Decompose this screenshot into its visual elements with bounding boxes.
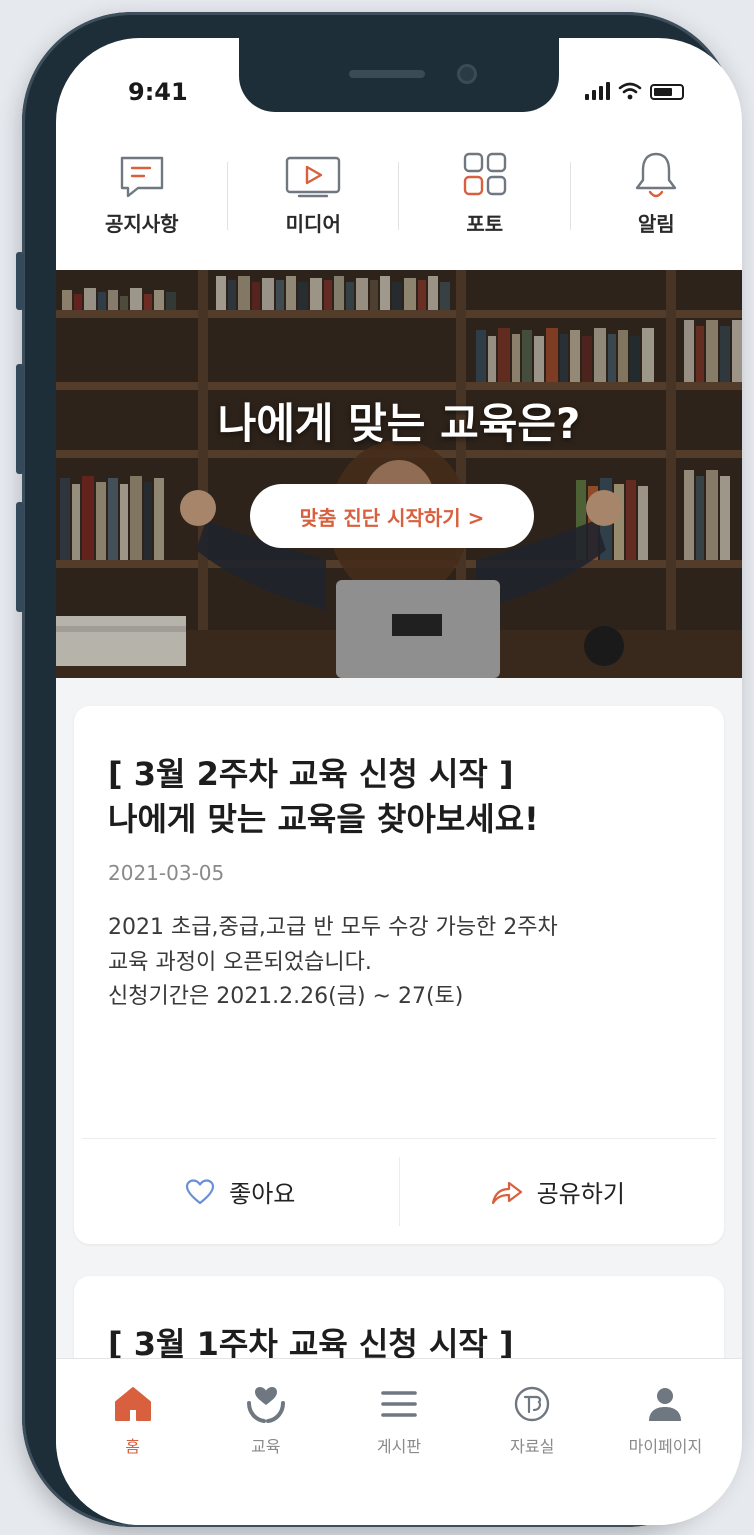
post-headline-line1: [ 3월 1주차 교육 신청 시작 ] bbox=[108, 1325, 514, 1358]
tab-mypage-label: 마이페이지 bbox=[628, 1437, 703, 1456]
phone-screen: 9:41 공지사항 미디어 포토 알림 나에게 맞는 교육은? 맞춤 진단 시작… bbox=[56, 38, 742, 1525]
post-headline-line2: 나에게 맞는 교육을 찾아보세요! bbox=[108, 800, 539, 839]
share-button[interactable]: 공유하기 bbox=[400, 1139, 717, 1244]
volume-up-button bbox=[16, 364, 24, 474]
post-body: 2021 초급,중급,고급 반 모두 수강 가능한 2주차 교육 과정이 오픈되… bbox=[74, 885, 724, 1015]
quick-menu-notice-label: 공지사항 bbox=[104, 212, 179, 236]
share-icon bbox=[491, 1181, 522, 1204]
tab-board-label: 게시판 bbox=[376, 1437, 422, 1456]
front-camera bbox=[457, 64, 477, 84]
archive-icon bbox=[515, 1386, 550, 1422]
share-label: 공유하기 bbox=[536, 1180, 625, 1208]
home-icon bbox=[114, 1387, 151, 1421]
phone-frame: 9:41 공지사항 미디어 포토 알림 나에게 맞는 교육은? 맞춤 진단 시작… bbox=[16, 12, 742, 1527]
quick-menu-alarm-label: 알림 bbox=[637, 212, 675, 236]
hero-banner: 나에게 맞는 교육은? 맞춤 진단 시작하기 > bbox=[56, 270, 742, 678]
notch bbox=[239, 38, 559, 112]
post-feed: [ 3월 2주차 교육 신청 시작 ] 나에게 맞는 교육을 찾아보세요! 20… bbox=[56, 678, 742, 1358]
tab-archive[interactable]: 자료실 bbox=[466, 1359, 599, 1525]
menu-lines-icon bbox=[381, 1391, 417, 1417]
mute-switch bbox=[16, 252, 24, 310]
post-card[interactable]: [ 3월 2주차 교육 신청 시작 ] 나에게 맞는 교육을 찾아보세요! 20… bbox=[74, 706, 724, 1244]
bottom-tab-bar: 홈 교육 게시판 자료실 마이페이지 bbox=[56, 1358, 742, 1525]
post-date: 2021-03-05 bbox=[108, 860, 225, 885]
banner-title: 나에게 맞는 교육은? bbox=[217, 399, 581, 448]
start-diagnosis-button[interactable]: 맞춤 진단 시작하기 > bbox=[250, 484, 534, 548]
post-card[interactable]: [ 3월 1주차 교육 신청 시작 ] bbox=[74, 1276, 724, 1358]
post-body-line1: 2021 초급,중급,고급 반 모두 수강 가능한 2주차 bbox=[108, 914, 558, 940]
quick-menu-notice[interactable]: 공지사항 bbox=[56, 146, 228, 268]
tab-home[interactable]: 홈 bbox=[66, 1359, 199, 1525]
tab-board[interactable]: 게시판 bbox=[332, 1359, 465, 1525]
quick-menu-photo-label: 포토 bbox=[466, 212, 504, 236]
user-icon bbox=[649, 1388, 682, 1421]
heart-icon bbox=[186, 1178, 215, 1204]
tab-home-label: 홈 bbox=[125, 1437, 140, 1456]
speaker bbox=[349, 70, 425, 78]
post-headline: [ 3월 2주차 교육 신청 시작 ] 나에게 맞는 교육을 찾아보세요! bbox=[74, 706, 724, 843]
post-body-line3: 신청기간은 2021.2.26(금) ~ 27(토) bbox=[108, 984, 464, 1010]
heart-hands-icon bbox=[246, 1387, 285, 1423]
battery-icon bbox=[650, 84, 684, 100]
volume-down-button bbox=[16, 502, 24, 612]
tab-education[interactable]: 교육 bbox=[199, 1359, 332, 1525]
tab-archive-label: 자료실 bbox=[510, 1437, 555, 1456]
signal-icon bbox=[585, 82, 610, 100]
wifi-icon bbox=[618, 82, 642, 100]
status-icons bbox=[585, 82, 684, 100]
photo-grid-icon bbox=[463, 152, 506, 196]
status-time: 9:41 bbox=[128, 78, 188, 106]
post-actions: 좋아요 공유하기 bbox=[82, 1138, 716, 1244]
like-label: 좋아요 bbox=[229, 1180, 296, 1208]
quick-menu-media-label: 미디어 bbox=[285, 212, 341, 236]
quick-menu: 공지사항 미디어 포토 알림 bbox=[56, 146, 742, 268]
post-body-line2: 교육 과정이 오픈되었습니다. bbox=[108, 949, 372, 975]
notice-icon bbox=[120, 156, 163, 198]
banner-background-image bbox=[56, 270, 742, 678]
tab-education-label: 교육 bbox=[251, 1437, 281, 1456]
quick-menu-photo[interactable]: 포토 bbox=[399, 146, 571, 268]
quick-menu-alarm[interactable]: 알림 bbox=[571, 146, 743, 268]
like-button[interactable]: 좋아요 bbox=[82, 1157, 400, 1226]
media-icon bbox=[286, 156, 341, 198]
tab-mypage[interactable]: 마이페이지 bbox=[599, 1359, 732, 1525]
post-headline-line1: [ 3월 2주차 교육 신청 시작 ] bbox=[108, 755, 514, 793]
bell-icon bbox=[636, 152, 677, 198]
quick-menu-media[interactable]: 미디어 bbox=[228, 146, 400, 268]
post-headline: [ 3월 1주차 교육 신청 시작 ] bbox=[74, 1276, 724, 1358]
